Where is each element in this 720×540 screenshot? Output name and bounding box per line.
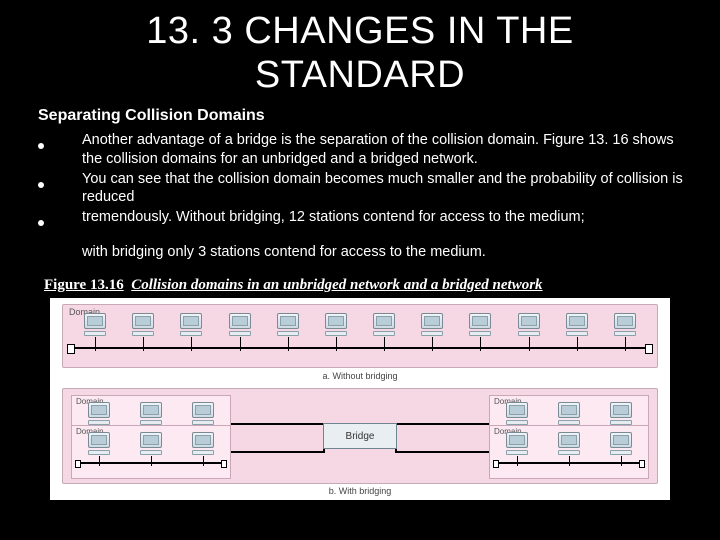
bullet-icon [38,208,82,231]
bullet-text: You can see that the collision domain be… [82,170,690,206]
ethernet-bus [73,347,647,349]
figure-diagram: Domain a. Without bridging Domain [50,298,670,500]
figure-label: Figure 13.16 [44,277,124,293]
slide-title: 13. 3 CHANGES IN THE STANDARD [0,0,720,103]
ethernet-bus [80,462,222,464]
link-line [231,423,323,425]
list-item: Another advantage of a bridge is the sep… [38,131,690,167]
bullet-icon [38,131,82,154]
collision-domain: Domain [489,425,649,479]
figure-title: Collision domains in an unbridged networ… [131,277,542,293]
bridge-device: Bridge [323,423,397,449]
ethernet-bus [498,462,640,464]
bullet-list: Another advantage of a bridge is the sep… [0,131,720,231]
bullet-text: Another advantage of a bridge is the sep… [82,131,690,167]
collision-domain: Domain [71,425,231,479]
list-item: You can see that the collision domain be… [38,170,690,206]
computer-icon [502,432,532,466]
continuation-text: with bridging only 3 stations contend fo… [0,233,720,261]
link-line [397,423,489,425]
subcaption-b: b. With bridging [50,486,670,496]
bridged-panel: Domain Domain Domain [62,388,658,484]
link-line [397,451,489,453]
bullet-icon [38,170,82,193]
list-item: tremendously. Without bridging, 12 stati… [38,208,690,231]
computer-icon [554,432,584,466]
link-line [231,451,323,453]
computer-icon [136,432,166,466]
subheading: Separating Collision Domains [0,103,720,131]
bullet-text: tremendously. Without bridging, 12 stati… [82,208,690,226]
computer-icon [606,432,636,466]
computer-icon [84,432,114,466]
figure-caption: Figure 13.16 Collision domains in an unb… [0,261,720,296]
unbridged-domain: Domain [62,304,658,368]
computer-icon [188,432,218,466]
subcaption-a: a. Without bridging [50,371,670,381]
